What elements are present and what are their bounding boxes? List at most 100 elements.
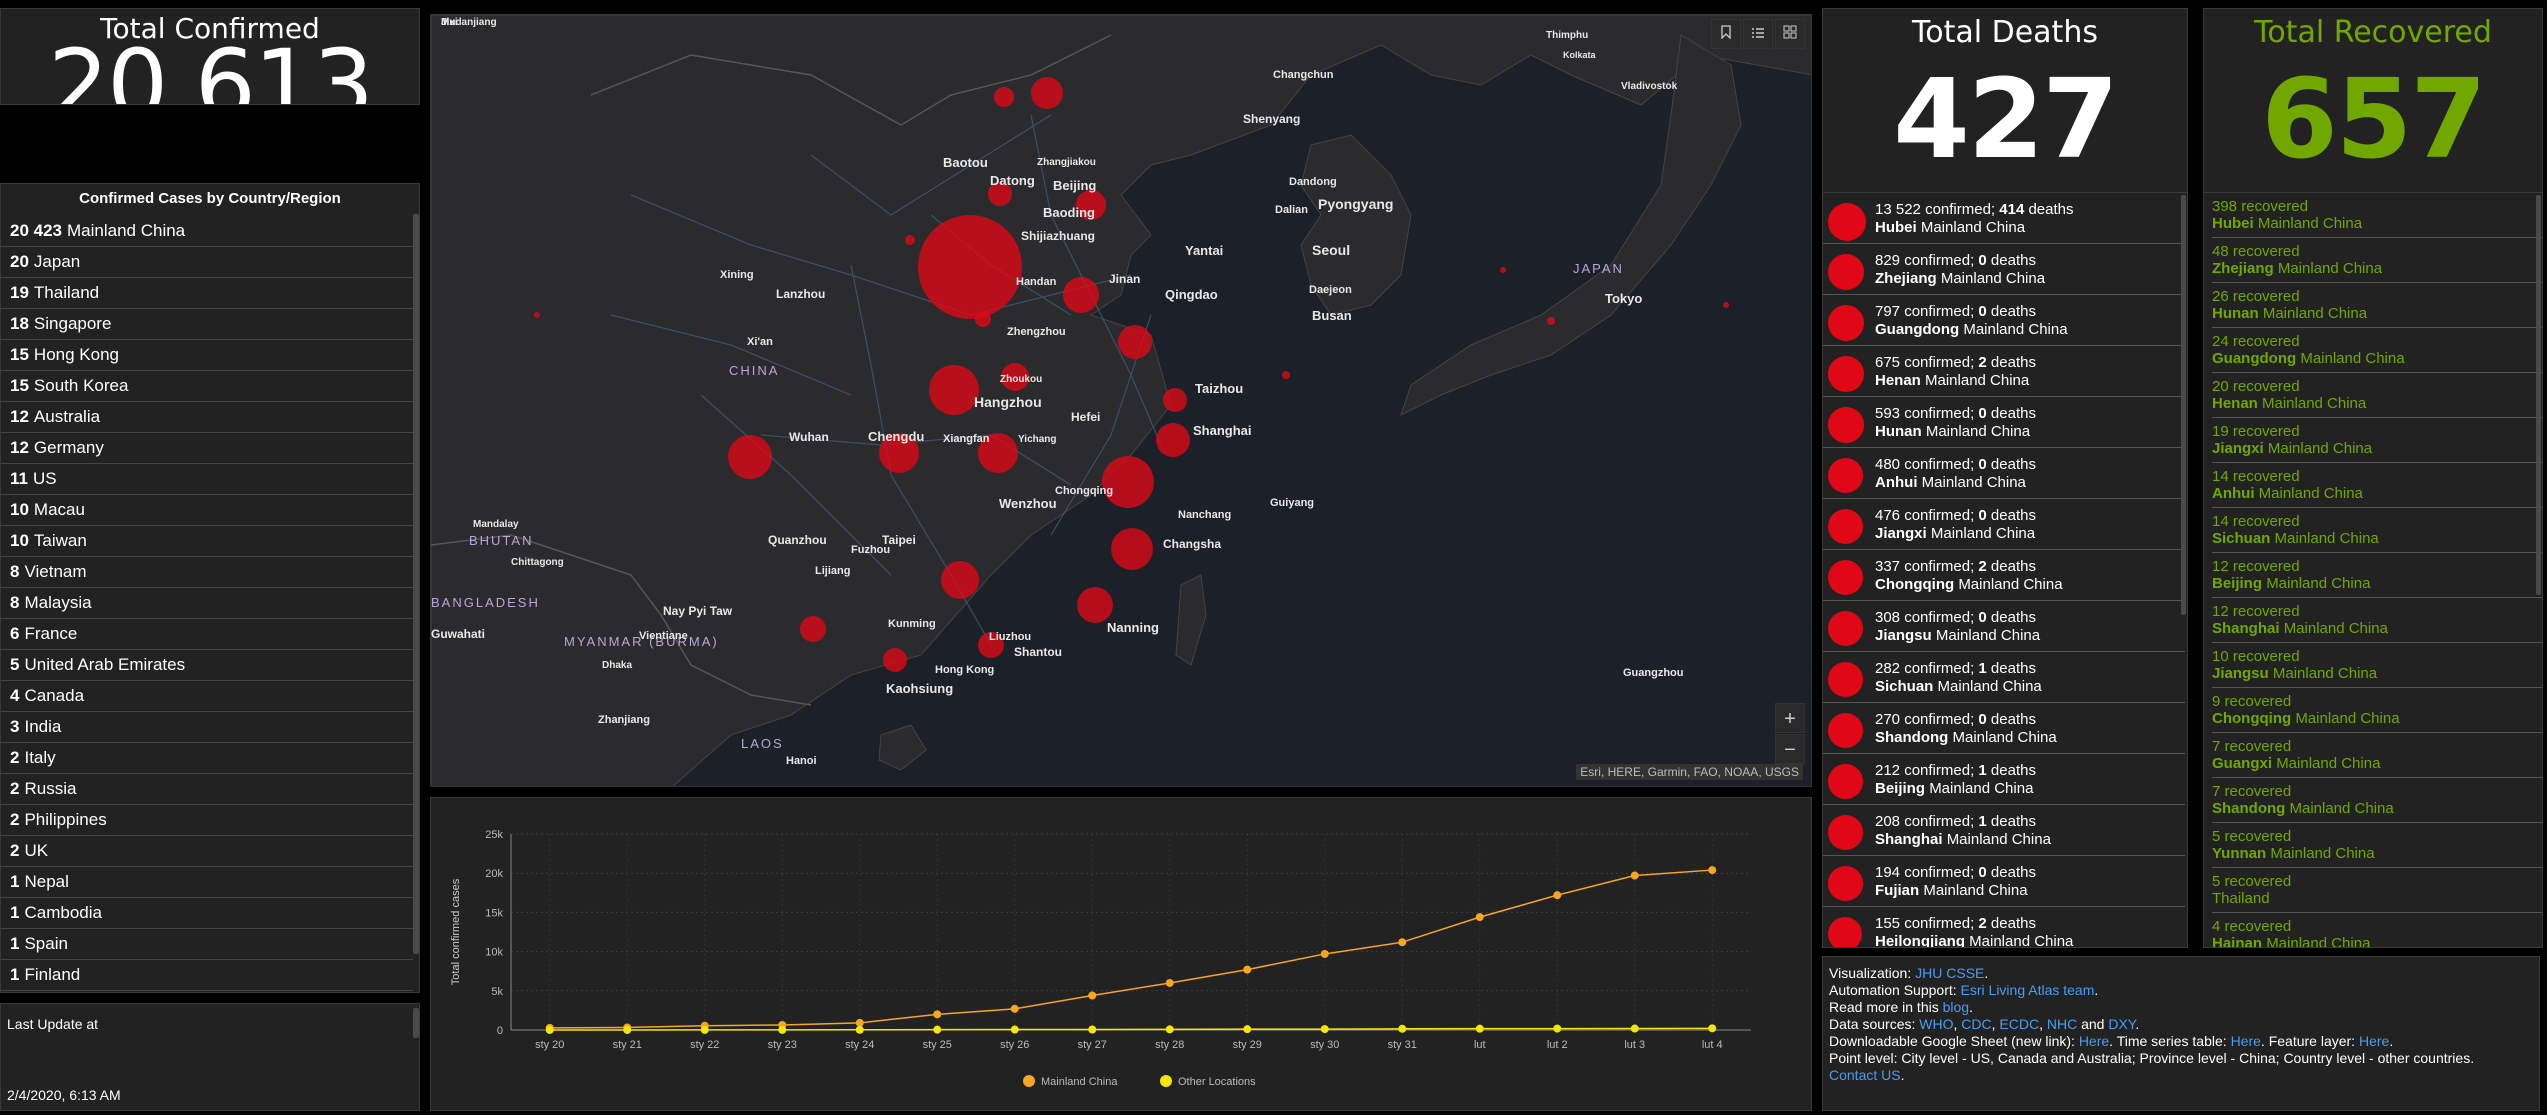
info-link[interactable]: DXY — [2108, 1016, 2135, 1032]
info-link[interactable]: Here — [2231, 1033, 2261, 1049]
country-row[interactable]: 2 Russia — [1, 774, 413, 805]
info-link[interactable]: Contact US — [1829, 1067, 1901, 1083]
deaths-word: deaths — [1990, 609, 2036, 626]
confirmed-count: 797 — [1875, 303, 1901, 320]
province-name: Zhejiang — [2212, 260, 2274, 277]
country-row[interactable]: 18 Singapore — [1, 309, 413, 340]
recovered-list-item[interactable]: 19 recovered Jiangxi Mainland China — [2212, 418, 2542, 463]
recovered-list-item[interactable]: 398 recovered Hubei Mainland China — [2212, 193, 2542, 238]
country-row[interactable]: 10 Macau — [1, 495, 413, 526]
confirmed-word: confirmed; — [1904, 915, 1975, 932]
deaths-list-item[interactable]: 308 confirmed; 0 deaths Jiangsu Mainland … — [1823, 601, 2185, 652]
country-list-scrollbar[interactable] — [413, 214, 419, 954]
info-link[interactable]: blog — [1943, 999, 1969, 1015]
deaths-list-item[interactable]: 675 confirmed; 2 deaths Henan Mainland Ch… — [1823, 346, 2185, 397]
info-link[interactable]: Esri Living Atlas team — [1961, 982, 2095, 998]
country-row[interactable]: 20 Japan — [1, 247, 413, 278]
bookmark-icon[interactable] — [1711, 19, 1741, 49]
country-row[interactable]: 15 Hong Kong — [1, 340, 413, 371]
zoom-out-button[interactable]: − — [1775, 734, 1805, 764]
country-row[interactable]: 2 Italy — [1, 743, 413, 774]
case-marker-icon — [1828, 866, 1863, 901]
deaths-list-item[interactable]: 212 confirmed; 1 deaths Beijing Mainland … — [1823, 754, 2185, 805]
map-attribution[interactable]: Esri, HERE, Garmin, FAO, NOAA, USGS — [1576, 764, 1803, 780]
country-row[interactable]: 20 423 Mainland China — [1, 216, 413, 247]
deaths-list-item[interactable]: 282 confirmed; 1 deaths Sichuan Mainland … — [1823, 652, 2185, 703]
country-row[interactable]: 12 Germany — [1, 433, 413, 464]
info-link[interactable]: NHC — [2047, 1016, 2077, 1032]
country-row[interactable]: 8 Vietnam — [1, 557, 413, 588]
deaths-list-item[interactable]: 829 confirmed; 0 deaths Zhejiang Mainland… — [1823, 244, 2185, 295]
recovered-list-item[interactable]: 4 recovered Hainan Mainland China — [2212, 913, 2542, 947]
recovered-list-scrollbar[interactable] — [2536, 195, 2541, 595]
deaths-count: 2 — [1978, 354, 1987, 371]
country-name: India — [24, 717, 62, 736]
deaths-list-item[interactable]: 480 confirmed; 0 deaths Anhui Mainland Ch… — [1823, 448, 2185, 499]
deaths-list-item[interactable]: 13 522 confirmed; 414 deaths Hubei Mainla… — [1823, 193, 2185, 244]
country-row[interactable]: 15 South Korea — [1, 371, 413, 402]
map-city-label: Taipei — [882, 533, 916, 547]
recovered-list-item[interactable]: 5 recovered Yunnan Mainland China — [2212, 823, 2542, 868]
recovered-list-item[interactable]: 12 recovered Beijing Mainland China — [2212, 553, 2542, 598]
info-link[interactable]: JHU CSSE — [1915, 965, 1984, 981]
map-city-label: Vientiane — [639, 630, 688, 642]
info-link[interactable]: Here — [2359, 1033, 2389, 1049]
legend-list-icon[interactable] — [1743, 19, 1773, 49]
total-confirmed-panel: Total Confirmed 20 613 — [0, 8, 420, 105]
recovered-list-item[interactable]: 5 recovered Thailand — [2212, 868, 2542, 913]
basemap-gallery-icon[interactable] — [1775, 19, 1805, 49]
deaths-list-item[interactable]: 194 confirmed; 0 deaths Fujian Mainland C… — [1823, 856, 2185, 907]
country-row[interactable]: 12 Australia — [1, 402, 413, 433]
confirmed-count: 282 — [1875, 660, 1901, 677]
deaths-list-item[interactable]: 270 confirmed; 0 deaths Shandong Mainland… — [1823, 703, 2185, 754]
recovered-count: 398 — [2212, 198, 2238, 215]
country-row[interactable]: 1 Finland — [1, 960, 413, 991]
deaths-list-item[interactable]: 155 confirmed; 2 deaths Heilongjiang Main… — [1823, 907, 2185, 947]
map-canvas[interactable]: CHINAJAPANBANGLADESHMYANMAR (BURMA)LAOSB… — [431, 15, 1812, 787]
recovered-list-item[interactable]: 20 recovered Henan Mainland China — [2212, 373, 2542, 418]
recovered-list-item[interactable]: 9 recovered Chongqing Mainland China — [2212, 688, 2542, 733]
recovered-list-item[interactable]: 24 recovered Guangdong Mainland China — [2212, 328, 2542, 373]
deaths-list-item[interactable]: 208 confirmed; 1 deaths Shanghai Mainland… — [1823, 805, 2185, 856]
country-row[interactable]: 2 Philippines — [1, 805, 413, 836]
deaths-list-item[interactable]: 593 confirmed; 0 deaths Hunan Mainland Ch… — [1823, 397, 2185, 448]
country-row[interactable]: 5 United Arab Emirates — [1, 650, 413, 681]
info-link[interactable]: ECDC — [1999, 1016, 2039, 1032]
recovered-location: Thailand — [2212, 890, 2270, 907]
recovered-list-item[interactable]: 14 recovered Anhui Mainland China — [2212, 463, 2542, 508]
country-row[interactable]: 1 Cambodia — [1, 898, 413, 929]
recovered-list-item[interactable]: 10 recovered Jiangsu Mainland China — [2212, 643, 2542, 688]
map-view[interactable]: CHINA JAPAN BANGLADESH MYANMAR (BURMA) LAOS B… — [430, 14, 1812, 787]
map-city-label: Mandalay — [473, 519, 519, 530]
last-update-scrollbar[interactable] — [413, 1008, 419, 1038]
recovered-list-item[interactable]: 26 recovered Hunan Mainland China — [2212, 283, 2542, 328]
deaths-list-scrollbar[interactable] — [2181, 195, 2186, 615]
recovered-list-item[interactable]: 48 recovered Zhejiang Mainland China — [2212, 238, 2542, 283]
country-row[interactable]: 2 UK — [1, 836, 413, 867]
recovered-list-item[interactable]: 7 recovered Shandong Mainland China — [2212, 778, 2542, 823]
country-row[interactable]: 3 India — [1, 712, 413, 743]
info-link[interactable]: WHO — [1919, 1016, 1953, 1032]
info-link[interactable]: CDC — [1961, 1016, 1991, 1032]
country-row[interactable]: 8 Malaysia — [1, 588, 413, 619]
deaths-list-item[interactable]: 476 confirmed; 0 deaths Jiangxi Mainland … — [1823, 499, 2185, 550]
confirmed-by-country-panel[interactable]: Confirmed Cases by Country/Region 20 423… — [0, 183, 420, 993]
recovered-list-item[interactable]: 12 recovered Shanghai Mainland China — [2212, 598, 2542, 643]
country-row[interactable]: 1 Nepal — [1, 867, 413, 898]
country-row[interactable]: 11 US — [1, 464, 413, 495]
country-row[interactable]: 6 France — [1, 619, 413, 650]
country-list[interactable]: 20 423 Mainland China 20 Japan 19 Thailand 18 S… — [1, 216, 413, 991]
recovered-list-panel[interactable]: 398 recovered Hubei Mainland China 48 reco… — [2203, 192, 2543, 948]
country-row[interactable]: 10 Taiwan — [1, 526, 413, 557]
deaths-list-item[interactable]: 337 confirmed; 2 deaths Chongqing Mainlan… — [1823, 550, 2185, 601]
map-city-label: Yantai — [1185, 243, 1223, 258]
recovered-list-item[interactable]: 14 recovered Sichuan Mainland China — [2212, 508, 2542, 553]
info-link[interactable]: Here — [2079, 1033, 2109, 1049]
country-row[interactable]: 4 Canada — [1, 681, 413, 712]
zoom-in-button[interactable]: + — [1775, 703, 1805, 733]
deaths-list-item[interactable]: 797 confirmed; 0 deaths Guangdong Mainlan… — [1823, 295, 2185, 346]
recovered-list-item[interactable]: 7 recovered Guangxi Mainland China — [2212, 733, 2542, 778]
country-row[interactable]: 19 Thailand — [1, 278, 413, 309]
country-row[interactable]: 1 Spain — [1, 929, 413, 960]
deaths-list-panel[interactable]: 13 522 confirmed; 414 deaths Hubei Mainla… — [1822, 192, 2188, 948]
